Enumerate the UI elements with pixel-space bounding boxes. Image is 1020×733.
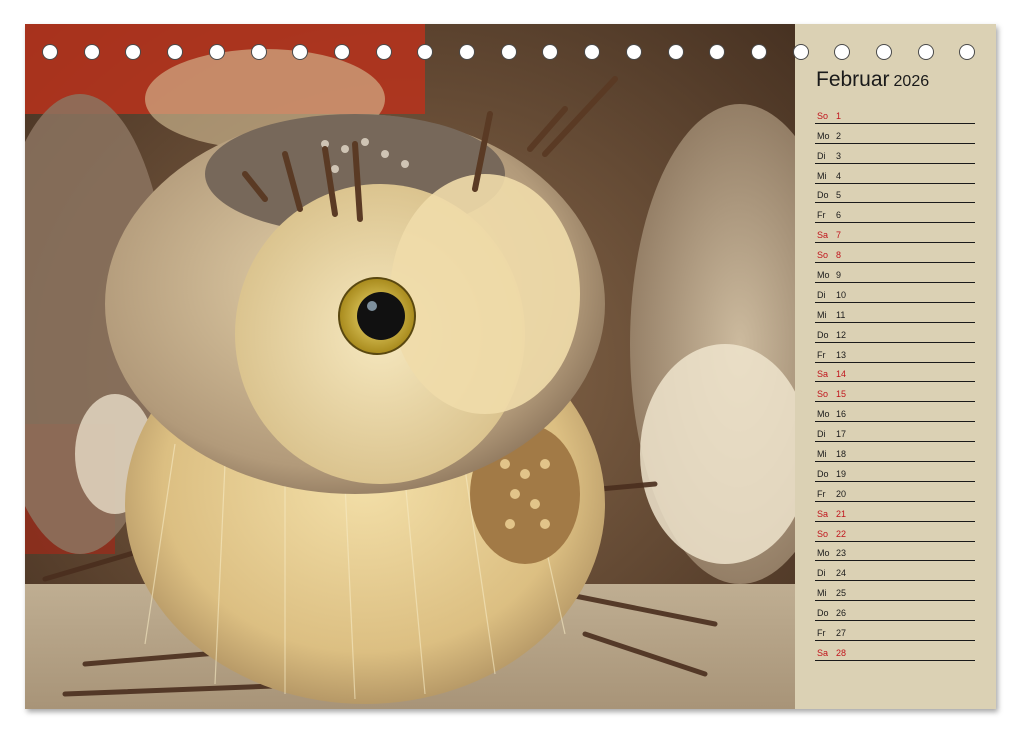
day-row: Di 3 — [815, 144, 975, 164]
weekday-label: Mi — [817, 170, 827, 181]
owl-photo — [25, 24, 795, 709]
day-number: 19 — [836, 468, 847, 479]
day-number: 21 — [836, 508, 847, 519]
weekday-label: So — [817, 389, 829, 400]
weekday-label: Fr — [817, 349, 826, 360]
day-number: 24 — [836, 568, 847, 579]
day-number: 2 — [836, 130, 842, 141]
day-number: 9 — [836, 270, 842, 281]
day-number: 10 — [836, 289, 847, 300]
day-row: Mo 16 — [815, 402, 975, 423]
day-row: Di 17 — [815, 422, 975, 443]
day-row: Do 26 — [815, 601, 975, 622]
weekday-label: Mi — [817, 309, 827, 320]
day-number: 26 — [836, 608, 847, 619]
day-row: Di 10 — [815, 283, 975, 303]
day-number: 8 — [836, 250, 842, 261]
day-row: Do 19 — [815, 462, 975, 482]
day-number: 13 — [836, 349, 847, 360]
day-number: 6 — [836, 210, 842, 221]
day-number: 25 — [836, 588, 847, 599]
day-row: So 15 — [815, 382, 975, 403]
weekday-label: So — [817, 110, 829, 121]
day-row: So 8 — [815, 243, 975, 264]
weekday-label: Sa — [817, 508, 829, 519]
weekday-label: So — [817, 528, 829, 539]
day-list: So 1 Mo 2 Di 3 Mi 4 Do 5 Fr 6 Sa 7 So 8 Mo 9 Di 10 Mi 11 Do 12 F… — [815, 104, 975, 661]
day-number: 17 — [836, 429, 847, 440]
day-row: Mo 23 — [815, 542, 975, 562]
weekday-label: Fr — [817, 488, 826, 499]
day-row: Di 24 — [815, 561, 975, 582]
day-row: Sa 14 — [815, 363, 975, 383]
day-number: 11 — [836, 309, 846, 320]
day-number: 23 — [836, 548, 847, 559]
owl-illustration — [25, 24, 795, 709]
weekday-label: Mi — [817, 449, 827, 460]
month-name: Februar — [816, 68, 890, 91]
weekday-label: Di — [817, 289, 826, 300]
day-number: 14 — [836, 369, 847, 380]
day-number: 20 — [836, 488, 847, 499]
day-row: So 1 — [815, 104, 975, 124]
day-row: Sa 21 — [815, 502, 975, 522]
weekday-label: So — [817, 250, 829, 261]
weekday-label: Do — [817, 608, 829, 619]
calendar-page: Februar 2026 So 1 Mo 2 Di 3 Mi 4 Do 5 Fr 6 Sa 7 So 8 Mo 9 D… — [25, 24, 996, 709]
weekday-label: Fr — [817, 210, 826, 221]
day-row: Mi 18 — [815, 442, 975, 463]
day-number: 18 — [836, 449, 847, 460]
day-number: 4 — [836, 170, 842, 181]
weekday-label: Mo — [817, 270, 830, 281]
day-number: 22 — [836, 528, 847, 539]
weekday-label: Do — [817, 468, 829, 479]
day-row: Mo 9 — [815, 263, 975, 284]
day-row: Fr 6 — [815, 203, 975, 224]
day-number: 28 — [836, 647, 847, 658]
weekday-label: Mo — [817, 548, 830, 559]
day-row: Mi 11 — [815, 303, 975, 323]
day-row: Mo 2 — [815, 124, 975, 144]
day-row: Fr 13 — [815, 343, 975, 363]
day-row: Sa 7 — [815, 223, 975, 244]
day-row: So 22 — [815, 522, 975, 542]
weekday-label: Do — [817, 329, 829, 340]
day-number: 27 — [836, 628, 847, 639]
day-number: 16 — [836, 409, 847, 420]
day-number: 7 — [836, 230, 842, 241]
weekday-label: Sa — [817, 230, 829, 241]
day-number: 12 — [836, 329, 847, 340]
day-number: 5 — [836, 190, 842, 201]
weekday-label: Di — [817, 429, 826, 440]
month-heading: Februar 2026 — [816, 68, 929, 92]
weekday-label: Sa — [817, 647, 829, 658]
day-row: Mi 4 — [815, 164, 975, 184]
day-row: Do 12 — [815, 323, 975, 343]
weekday-label: Mo — [817, 409, 830, 420]
calendar-panel: Februar 2026 So 1 Mo 2 Di 3 Mi 4 Do 5 Fr 6 Sa 7 So 8 Mo 9 D… — [795, 24, 996, 709]
weekday-label: Di — [817, 150, 826, 161]
day-row: Fr 20 — [815, 482, 975, 502]
weekday-label: Sa — [817, 369, 829, 380]
year-label: 2026 — [893, 73, 930, 90]
day-row: Fr 27 — [815, 621, 975, 642]
weekday-label: Mo — [817, 130, 830, 141]
day-row: Do 5 — [815, 184, 975, 204]
day-number: 1 — [836, 110, 842, 121]
day-number: 15 — [836, 389, 847, 400]
weekday-label: Di — [817, 568, 826, 579]
weekday-label: Fr — [817, 628, 826, 639]
weekday-label: Do — [817, 190, 829, 201]
day-row: Mi 25 — [815, 581, 975, 602]
day-number: 3 — [836, 150, 842, 161]
weekday-label: Mi — [817, 588, 827, 599]
day-row: Sa 28 — [815, 641, 975, 661]
